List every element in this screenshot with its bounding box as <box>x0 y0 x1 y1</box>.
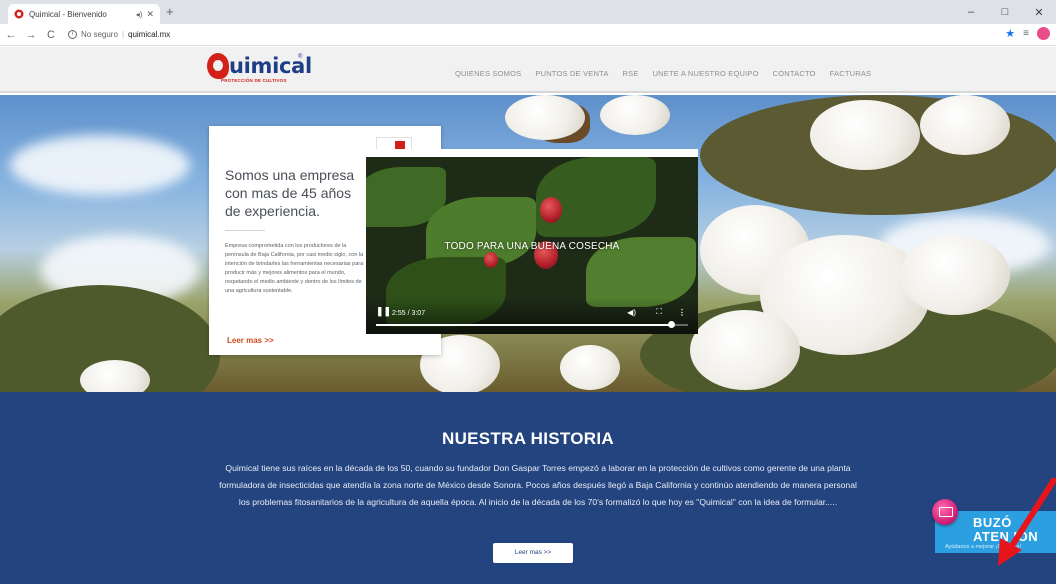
cotton-boll <box>920 95 1010 155</box>
cotton-boll <box>505 95 585 140</box>
video-progress-fill <box>376 324 672 326</box>
pause-icon[interactable]: ❚❚ <box>376 306 391 317</box>
reading-list-icon[interactable]: ≡ <box>1023 28 1029 39</box>
url-field[interactable]: i No seguro | quimical.mx <box>68 27 170 43</box>
fullscreen-icon[interactable]: ⛶ <box>656 307 662 317</box>
logo-tagline: PROTECCIÓN DE CULTIVOS <box>221 78 287 83</box>
mail-icon[interactable] <box>932 499 958 525</box>
nav-quienes-somos[interactable]: QUIENES SOMOS <box>455 69 521 78</box>
video-seek-bar[interactable] <box>376 321 688 328</box>
hero-card-body: Empresa comprometida con los productores… <box>225 243 364 294</box>
cotton-boll <box>690 310 800 390</box>
nav-facturas[interactable]: FACTURAS <box>830 69 872 78</box>
forward-button[interactable]: → <box>22 29 40 41</box>
speaker-icon[interactable]: ◂) <box>136 10 143 19</box>
nav-puntos-de-venta[interactable]: PUNTOS DE VENTA <box>535 69 608 78</box>
hero-cloud <box>10 135 190 195</box>
window-controls: – □ ✕ <box>954 0 1056 24</box>
hero-read-more-link[interactable]: Leer mas >> <box>227 336 274 345</box>
nav-rse[interactable]: RSE <box>623 69 639 78</box>
cotton-boll <box>900 235 1010 315</box>
more-icon[interactable]: ⋮ <box>678 308 686 317</box>
history-read-more-button[interactable]: Leer mas >> <box>493 543 573 563</box>
site-header: uimical ® PROTECCIÓN DE CULTIVOS QUIENES… <box>0 47 1056 93</box>
logo-q-mark <box>207 53 229 79</box>
cotton-boll <box>810 100 920 170</box>
maximize-button[interactable]: □ <box>988 6 1022 18</box>
url-text[interactable]: quimical.mx <box>128 30 170 39</box>
info-icon[interactable]: i <box>68 30 77 39</box>
reload-button[interactable]: C <box>42 29 60 41</box>
video-title: TODO PARA UNA BUENA COSECHA <box>444 241 620 252</box>
video-time: 2:55 / 3:07 <box>392 310 426 317</box>
cotton-boll <box>560 345 620 390</box>
back-button[interactable]: ← <box>2 29 20 41</box>
window-close-button[interactable]: ✕ <box>1022 6 1056 19</box>
cotton-boll <box>600 95 670 135</box>
volume-icon[interactable]: ◀) <box>627 308 636 317</box>
new-tab-button[interactable]: + <box>166 4 174 20</box>
star-icon[interactable]: ★ <box>1005 27 1015 40</box>
browser-tab-bar: Quimical - Bienvenido ◂) ✕ + – □ ✕ <box>0 0 1056 24</box>
video-controls: ❚❚ 2:55 / 3:07 ◀) ⛶ ⋮ <box>366 298 698 334</box>
profile-icon[interactable] <box>1037 27 1050 40</box>
address-bar: ← → C i No seguro | quimical.mx ★ ≡ <box>0 24 1056 46</box>
video-seek-knob[interactable] <box>668 321 676 328</box>
video-player[interactable]: TODO PARA UNA BUENA COSECHA ❚❚ 2:55 / 3:… <box>366 149 698 334</box>
raspberry <box>540 197 562 223</box>
quimical-logo[interactable]: uimical ® PROTECCIÓN DE CULTIVOS <box>207 53 312 87</box>
red-arrow <box>998 478 1056 566</box>
logo-registered-mark: ® <box>298 54 303 60</box>
history-section: NUESTRA HISTORIA Quimical tiene sus raíc… <box>0 392 1056 584</box>
url-security-label: No seguro <box>81 30 118 39</box>
nav-contacto[interactable]: CONTACTO <box>773 69 816 78</box>
history-title: NUESTRA HISTORIA <box>442 429 614 448</box>
quimical-favicon <box>14 9 24 19</box>
raspberry <box>484 252 498 268</box>
nav-unete[interactable]: UNETE A NUESTRO EQUIPO <box>653 69 759 78</box>
hero-card-heading: Somos una empresa con mas de 45 años de … <box>225 167 355 219</box>
toolbar-icons: ★ ≡ <box>1005 27 1050 40</box>
browser-tab[interactable]: Quimical - Bienvenido ◂) ✕ <box>8 4 160 24</box>
url-separator: | <box>121 30 124 39</box>
tab-title: Quimical - Bienvenido <box>29 9 107 19</box>
tab-close-icon[interactable]: ✕ <box>146 9 154 20</box>
minimize-button[interactable]: – <box>954 6 988 18</box>
hero-card-divider <box>225 230 265 231</box>
history-text: Quimical tiene sus raíces en la década d… <box>219 463 857 507</box>
main-nav: QUIENES SOMOS PUNTOS DE VENTA RSE UNETE … <box>455 69 871 78</box>
cotton-boll <box>80 360 150 392</box>
